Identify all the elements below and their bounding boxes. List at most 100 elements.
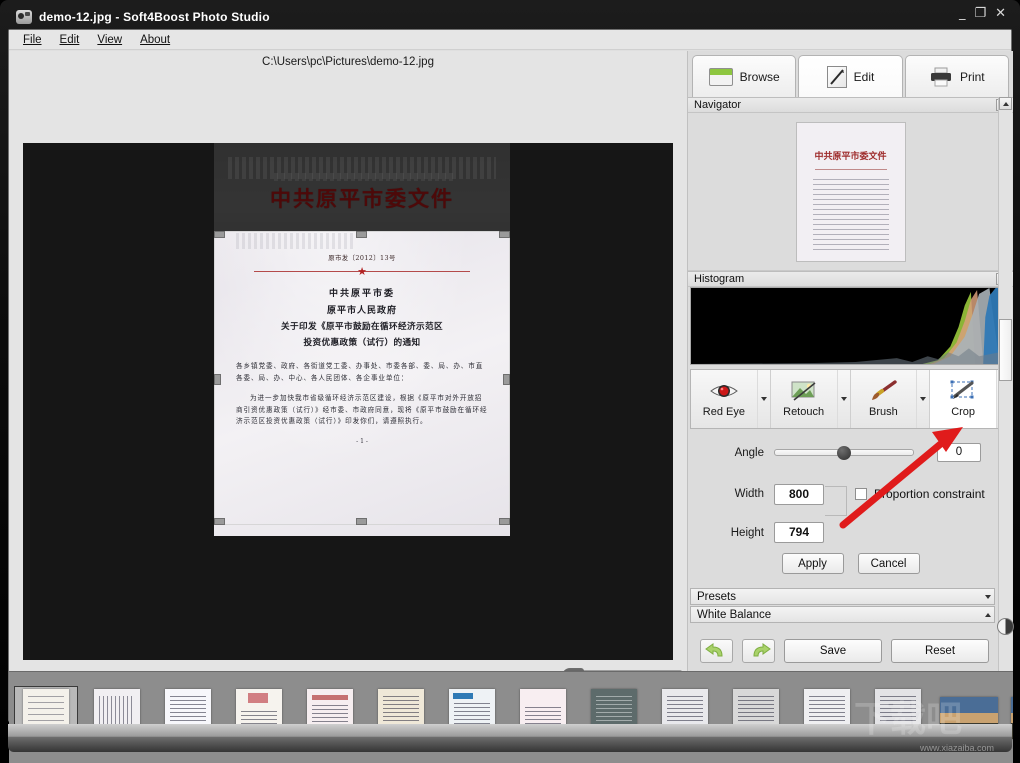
histogram-plot	[691, 288, 1010, 364]
proportion-constraint-checkbox[interactable]	[855, 488, 867, 500]
photo-doc-number: 原市发〔2012〕13号	[328, 254, 396, 262]
print-icon	[929, 67, 953, 87]
client-area: File Edit View About C:\Users\pc\Picture…	[8, 29, 1014, 763]
photo-title-line2: 原平市人民政府	[326, 306, 397, 316]
minimize-button[interactable]: _	[959, 7, 966, 21]
presets-selected-combo[interactable]: White Balance	[690, 606, 995, 623]
window-title: demo-12.jpg - Soft4Boost Photo Studio	[39, 10, 270, 24]
crop-width-input[interactable]: 800	[774, 483, 824, 505]
body-row: C:\Users\pc\Pictures\demo-12.jpg 中共原平市委文…	[9, 51, 1014, 705]
navigator-thumb-rule	[814, 168, 887, 170]
photo-ghost-text-2	[274, 173, 454, 181]
histogram-panel	[690, 287, 1011, 365]
navigator-header: Navigator	[688, 97, 1013, 113]
presets-section: Presets White Balance	[688, 588, 997, 623]
crop-width-row: Width 800 Proportion constraint	[688, 472, 1013, 516]
menu-item-view[interactable]: View	[97, 34, 122, 46]
maximize-button[interactable]: ❐	[974, 7, 986, 21]
tab-edit[interactable]: Edit	[798, 55, 903, 97]
crop-controls: Angle 0 Width 800 Proportion constraint	[688, 429, 1013, 592]
crop-width-label: Width	[734, 488, 764, 500]
photo-ghost-text-3	[236, 233, 356, 249]
tool-brush-label: Brush	[869, 406, 898, 418]
crop-action-row: Apply Cancel	[688, 553, 1013, 574]
scroll-up-button[interactable]	[999, 97, 1012, 110]
undo-button[interactable]	[700, 639, 733, 663]
tool-retouch-face[interactable]: Retouch	[771, 370, 837, 428]
tool-brush-face[interactable]: Brush	[851, 370, 917, 428]
navigator-panel[interactable]: 中共原平市委文件	[688, 113, 1013, 271]
presets-selected-value: White Balance	[697, 608, 772, 621]
tab-print[interactable]: Print	[904, 55, 1009, 97]
chevron-down-icon	[920, 397, 927, 401]
mode-tab-bar: Browse Edit Print	[688, 51, 1013, 97]
tool-brush-dropdown[interactable]	[916, 370, 929, 428]
retouch-icon	[789, 380, 819, 404]
chevron-down-icon	[985, 594, 991, 599]
presets-combo[interactable]: Presets	[690, 588, 995, 605]
menu-item-edit[interactable]: Edit	[60, 34, 80, 46]
navigator-thumbnail[interactable]: 中共原平市委文件	[795, 121, 906, 262]
photo: 中共原平市委文件 原市发〔2012〕13号 ★ 中共原平市委 原平市人民政府 关…	[214, 143, 510, 536]
tab-edit-label: Edit	[853, 69, 875, 84]
photo-title-line3: 关于印发《原平市鼓励在循环经济示范区	[281, 322, 443, 332]
navigator-title: Navigator	[694, 99, 742, 111]
crop-height-input[interactable]: 794	[774, 522, 824, 543]
proportion-constraint-label: Proportion constraint	[874, 487, 985, 501]
crop-angle-value[interactable]: 0	[937, 443, 981, 462]
title-bar: demo-12.jpg - Soft4Boost Photo Studio _ …	[8, 6, 1012, 28]
browse-icon	[708, 67, 733, 86]
crop-angle-label: Angle	[734, 446, 764, 459]
brush-icon	[868, 380, 898, 404]
status-bar	[8, 724, 1012, 752]
save-button[interactable]: Save	[784, 639, 882, 663]
scrollbar-thumb[interactable]	[999, 319, 1012, 381]
histogram-header: Histogram	[688, 271, 1013, 287]
edit-icon	[826, 65, 847, 88]
window-controls: _ ❐ ✕	[959, 7, 1006, 21]
tool-retouch-dropdown[interactable]	[836, 370, 850, 428]
histogram-title: Histogram	[694, 273, 745, 285]
navigator-thumb-lines	[812, 178, 889, 251]
crop-apply-button[interactable]: Apply	[781, 553, 844, 574]
tab-print-label: Print	[959, 69, 985, 84]
crop-height-label: Height	[730, 526, 764, 539]
contrast-toggle-icon[interactable]	[997, 618, 1014, 635]
crop-angle-slider-thumb[interactable]	[837, 446, 851, 460]
tool-retouch[interactable]: Retouch	[771, 370, 851, 428]
image-canvas[interactable]: 中共原平市委文件 原市发〔2012〕13号 ★ 中共原平市委 原平市人民政府 关…	[23, 143, 673, 660]
tool-red-eye-face[interactable]: Red Eye	[691, 370, 757, 428]
chevron-down-icon	[840, 397, 847, 401]
photo-paragraph-1: 各乡镇党委、政府、各街道党工委、办事处、市委各部、委、局、办、市直各委、局、办、…	[236, 362, 484, 382]
viewer-pane: C:\Users\pc\Pictures\demo-12.jpg 中共原平市委文…	[9, 51, 687, 705]
proportion-bracket	[825, 486, 847, 516]
navigator-thumb-title: 中共原平市委文件	[814, 151, 887, 162]
tool-red-eye-label: Red Eye	[702, 406, 745, 418]
tool-crop-face[interactable]: Crop	[930, 370, 996, 428]
red-eye-icon	[709, 380, 739, 404]
tab-browse-label: Browse	[739, 69, 780, 84]
photo-container: 中共原平市委文件 原市发〔2012〕13号 ★ 中共原平市委 原平市人民政府 关…	[214, 143, 510, 660]
menu-item-file[interactable]: File	[23, 34, 42, 46]
menu-item-about[interactable]: About	[140, 34, 170, 46]
tab-browse[interactable]: Browse	[692, 55, 797, 97]
app-window: demo-12.jpg - Soft4Boost Photo Studio _ …	[0, 0, 1020, 763]
tool-brush[interactable]: Brush	[851, 370, 931, 428]
reset-button[interactable]: Reset	[891, 639, 989, 663]
crop-height-row: Height 794	[688, 522, 1013, 543]
tools-pane: Browse Edit Print Navigator 中共原平市委文件 His…	[687, 51, 1014, 671]
presets-label: Presets	[697, 590, 736, 603]
right-scrollbar[interactable]	[997, 97, 1014, 671]
crop-angle-slider[interactable]	[774, 446, 914, 460]
crop-cancel-button[interactable]: Cancel	[857, 553, 920, 574]
redo-icon	[752, 643, 771, 657]
tool-red-eye-dropdown[interactable]	[756, 370, 770, 428]
photo-page-mark: - 1 -	[356, 437, 368, 445]
app-icon	[16, 10, 32, 24]
close-button[interactable]: ✕	[995, 7, 1006, 21]
tool-buttons: Red Eye Retouch Brush Crop	[690, 369, 1011, 429]
tool-red-eye[interactable]: Red Eye	[691, 370, 771, 428]
redo-button[interactable]	[742, 639, 775, 663]
file-path-label: C:\Users\pc\Pictures\demo-12.jpg	[9, 51, 687, 73]
photo-title-line1: 中共原平市委	[328, 289, 395, 299]
